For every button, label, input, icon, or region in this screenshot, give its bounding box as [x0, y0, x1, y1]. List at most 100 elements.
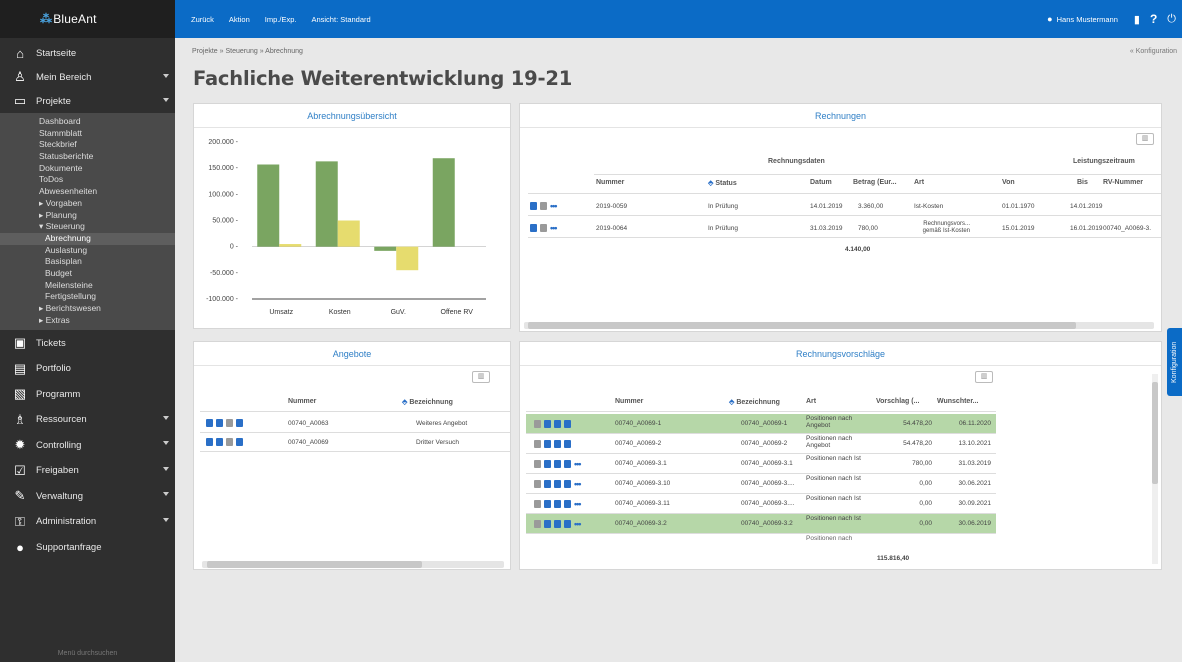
delete-icon[interactable] [540, 224, 547, 232]
copy-icon[interactable] [554, 440, 561, 448]
edit-icon[interactable] [544, 520, 551, 528]
copy-icon[interactable] [554, 420, 561, 428]
subnav-item[interactable]: Stammblatt [0, 128, 175, 140]
bar[interactable] [257, 164, 280, 247]
pencil-icon[interactable] [534, 500, 541, 508]
undefined[interactable] [226, 419, 233, 427]
configuration-link[interactable]: « Konfiguration [1130, 48, 1177, 55]
bar[interactable] [396, 246, 419, 271]
edit-icon[interactable] [544, 420, 551, 428]
bookmark-icon[interactable]: ▮ [1134, 13, 1140, 26]
undefined[interactable] [564, 520, 571, 528]
col-nummer[interactable]: Nummer [596, 179, 624, 186]
edit-icon[interactable] [544, 440, 551, 448]
more-icon[interactable]: ••• [550, 224, 558, 233]
subnav-item[interactable]: Dokumente [0, 163, 175, 175]
col-bis[interactable]: Bis [1077, 179, 1088, 186]
subnav-item[interactable]: Dashboard [0, 116, 175, 128]
import-export-menu[interactable]: Imp./Exp. [265, 15, 297, 24]
col-wunschtermin[interactable]: Wunschter... [937, 398, 979, 405]
horizontal-scrollbar[interactable] [524, 322, 1154, 329]
configuration-side-tab[interactable]: Konfiguration [1167, 328, 1182, 396]
subnav-item[interactable]: Basisplan [0, 256, 175, 268]
col-vorschlag[interactable]: Vorschlag (... [876, 398, 919, 405]
pencil-icon[interactable] [534, 440, 541, 448]
vertical-scrollbar[interactable] [1152, 374, 1158, 564]
menu-search[interactable]: Menü durchsuchen [0, 650, 175, 657]
edit-icon[interactable] [544, 500, 551, 508]
pencil-icon[interactable] [534, 520, 541, 528]
power-icon[interactable]: ⏻ [1167, 13, 1176, 26]
nav-mein-bereich[interactable]: ♙ Mein Bereich [0, 65, 175, 89]
undefined[interactable] [564, 480, 571, 488]
pencil-icon[interactable] [534, 480, 541, 488]
column-chooser-button[interactable]: ▥ [1136, 133, 1154, 145]
col-nummer[interactable]: Nummer [615, 398, 643, 405]
aktion-menu[interactable]: Aktion [229, 15, 250, 24]
bar[interactable] [279, 244, 302, 247]
document-icon[interactable] [236, 419, 243, 427]
delete-icon[interactable] [540, 202, 547, 210]
nav-freigaben[interactable]: ☑ Freigaben [0, 458, 175, 484]
more-icon[interactable]: ••• [550, 202, 558, 211]
subnav-item[interactable]: ▾ Steuerung [0, 221, 175, 233]
more-icon[interactable]: ••• [574, 460, 582, 469]
subnav-item[interactable]: Abrechnung [0, 232, 175, 245]
undefined[interactable] [564, 500, 571, 508]
nav-controlling[interactable]: ✹ Controlling [0, 432, 175, 458]
subnav-item[interactable]: Steckbrief [0, 139, 175, 151]
copy-icon[interactable] [554, 460, 561, 468]
col-betrag[interactable]: Betrag (Eur... [853, 179, 897, 186]
back-button[interactable]: Zurück [191, 15, 214, 24]
undefined[interactable] [564, 420, 571, 428]
edit-icon[interactable] [530, 224, 537, 232]
help-icon[interactable]: ? [1150, 12, 1157, 26]
edit-icon[interactable] [530, 202, 537, 210]
subnav-item[interactable]: ▸ Planung [0, 210, 175, 222]
edit-icon[interactable] [544, 480, 551, 488]
nav-verwaltung[interactable]: ✎ Verwaltung [0, 483, 175, 509]
nav-startseite[interactable]: ⌂ Startseite [0, 41, 175, 65]
bar[interactable] [432, 158, 455, 247]
nav-ressourcen[interactable]: ♗ Ressourcen [0, 407, 175, 433]
col-bezeichnung[interactable]: ⬘ Bezeichnung [729, 398, 780, 406]
subnav-item[interactable]: Auslastung [0, 245, 175, 257]
edit-icon[interactable] [544, 460, 551, 468]
subnav-item[interactable]: Meilensteine [0, 280, 175, 292]
copy-icon[interactable] [216, 419, 223, 427]
nav-supportanfrage[interactable]: ● Supportanfrage [0, 534, 175, 560]
column-chooser-button[interactable]: ▥ [975, 371, 993, 383]
bar[interactable] [374, 246, 397, 251]
copy-icon[interactable] [216, 438, 223, 446]
col-von[interactable]: Von [1002, 179, 1015, 186]
nav-projekte[interactable]: ▭ Projekte [0, 89, 175, 113]
col-bezeichnung[interactable]: ⬘ Bezeichnung [402, 398, 453, 406]
nav-programm[interactable]: ▧ Programm [0, 381, 175, 407]
subnav-item[interactable]: ▸ Berichtswesen [0, 303, 175, 315]
column-chooser-button[interactable]: ▥ [472, 371, 490, 383]
edit-icon[interactable] [206, 438, 213, 446]
breadcrumb[interactable]: Projekte » Steuerung » Abrechnung [192, 48, 303, 55]
edit-icon[interactable] [206, 419, 213, 427]
view-menu[interactable]: Ansicht: Standard [311, 15, 370, 24]
nav-portfolio[interactable]: ▤ Portfolio [0, 356, 175, 382]
col-status[interactable]: ⬘ Status [708, 179, 737, 187]
lock-icon[interactable] [534, 460, 541, 468]
col-rv-nummer[interactable]: RV-Nummer [1103, 179, 1143, 186]
bar[interactable] [337, 220, 360, 247]
more-icon[interactable]: ••• [574, 520, 582, 529]
subnav-item[interactable]: ▸ Vorgaben [0, 198, 175, 210]
bar[interactable] [315, 161, 338, 247]
copy-icon[interactable] [554, 500, 561, 508]
more-icon[interactable]: ••• [574, 480, 582, 489]
undefined[interactable] [564, 460, 571, 468]
subnav-item[interactable]: Budget [0, 268, 175, 280]
logo[interactable]: ⁂ BlueAnt [0, 0, 175, 38]
undefined[interactable] [564, 440, 571, 448]
horizontal-scrollbar[interactable] [202, 561, 504, 568]
document-icon[interactable] [236, 438, 243, 446]
subnav-item[interactable]: ▸ Extras [0, 315, 175, 327]
col-art[interactable]: Art [806, 398, 816, 405]
more-icon[interactable]: ••• [574, 500, 582, 509]
nav-tickets[interactable]: ▣ Tickets [0, 330, 175, 356]
